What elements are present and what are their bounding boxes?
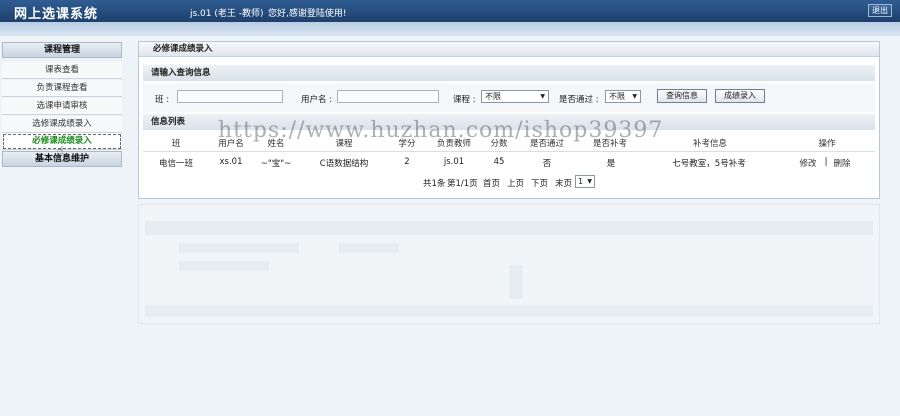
- greeting-text: 您好,感谢登陆使用!: [268, 9, 347, 19]
- pager-next[interactable]: 下页: [531, 177, 548, 189]
- chevron-down-icon: ▼: [540, 93, 545, 100]
- class-label: 班 :: [155, 95, 170, 105]
- pager-total: 共1条: [423, 179, 446, 189]
- faded-block: [145, 305, 873, 317]
- cell-username: xs.01: [219, 157, 243, 167]
- col-header-course: 课程: [335, 139, 353, 149]
- pager-last[interactable]: 末页: [555, 177, 572, 189]
- mouse-cursor-icon: ☝: [57, 144, 64, 157]
- chevron-down-icon: ▼: [587, 178, 592, 185]
- passed-label: 是否通过 :: [559, 95, 599, 105]
- faded-block: [179, 261, 269, 271]
- header-subbar: [0, 22, 900, 36]
- page-select-value: 1: [578, 177, 584, 186]
- score-entry-button[interactable]: 成绩录入: [715, 89, 765, 103]
- action-separator: |: [824, 157, 828, 167]
- col-header-score: 分数: [490, 139, 508, 149]
- edit-link[interactable]: 修改: [799, 157, 817, 169]
- passed-select-value: 不限: [609, 92, 625, 101]
- sidebar-item-elective-scores[interactable]: 选修课成绩录入: [2, 116, 122, 133]
- col-header-retake: 是否补考: [592, 139, 627, 149]
- cell-retake-info: 七号教室，5号补考: [672, 159, 746, 169]
- course-select[interactable]: 不限 ▼: [481, 90, 549, 103]
- list-section-title: 信息列表: [143, 114, 875, 130]
- sidebar-item-application-review[interactable]: 选课申请审核: [2, 98, 122, 115]
- query-section-title: 请输入查询信息: [143, 65, 875, 81]
- main-panel: 必修课成绩录入 请输入查询信息 班 : 用户名 : 课程 : 不限 ▼ 是否通过…: [138, 41, 880, 199]
- panel-title: 必修课成绩录入: [139, 42, 879, 57]
- chevron-down-icon: ▼: [632, 93, 637, 100]
- username-label: 用户名 :: [301, 95, 333, 105]
- col-header-name: 姓名: [267, 139, 285, 149]
- current-user: js.01 (老王 -教师): [190, 9, 264, 19]
- cell-score: 45: [493, 157, 505, 167]
- cell-credit: 2: [404, 157, 410, 167]
- edit-link-label[interactable]: 修改: [799, 159, 816, 169]
- col-header-passed: 是否通过: [529, 139, 564, 149]
- col-header-actions: 操作: [818, 139, 836, 149]
- logout-button[interactable]: 退出: [868, 4, 892, 17]
- search-button[interactable]: 查询信息: [657, 89, 707, 103]
- faded-block: [509, 265, 523, 299]
- faded-background-area: [138, 204, 880, 324]
- page-select[interactable]: 1 ▼: [575, 175, 595, 188]
- top-header: 网上选课系统 js.01 (老王 -教师) 您好,感谢登陆使用! 退出: [0, 0, 900, 22]
- col-header-retake-info: 补考信息: [692, 139, 727, 149]
- class-input[interactable]: [177, 90, 283, 103]
- sidebar-item-timetable[interactable]: 课表查看: [2, 62, 122, 79]
- cell-class: 电信一班: [158, 159, 193, 169]
- pager-page: 第1/1页: [447, 179, 478, 189]
- app-title: 网上选课系统: [14, 7, 99, 22]
- pager-prev[interactable]: 上页: [507, 177, 524, 189]
- cell-course: C语数据结构: [319, 159, 369, 169]
- pager-first[interactable]: 首页: [483, 177, 500, 189]
- col-header-username: 用户名: [218, 139, 244, 149]
- passed-select[interactable]: 不限 ▼: [605, 90, 641, 103]
- col-header-class: 班: [171, 139, 181, 149]
- faded-block: [179, 243, 299, 253]
- cell-teacher: js.01: [443, 157, 465, 167]
- sidebar-item-my-courses[interactable]: 负责课程查看: [2, 80, 122, 97]
- menu-group-course-management[interactable]: 课程管理: [2, 42, 122, 58]
- table-divider: [143, 151, 875, 152]
- faded-block: [339, 243, 399, 253]
- course-select-value: 不限: [485, 92, 501, 101]
- username-input[interactable]: [337, 90, 439, 103]
- course-label: 课程 :: [453, 95, 476, 105]
- col-header-teacher: 负责教师: [436, 139, 471, 149]
- faded-block: [145, 221, 873, 235]
- query-form: 班 : 用户名 : 课程 : 不限 ▼ 是否通过 : 不限 ▼ 查询信息 成绩录…: [143, 84, 875, 112]
- cell-passed: 否: [542, 159, 552, 169]
- delete-link[interactable]: 删除: [833, 157, 851, 169]
- sidebar: 课程管理 课表查看 负责课程查看 选课申请审核 选修课成绩录入 必修课成绩录入 …: [0, 36, 134, 416]
- delete-link-label[interactable]: 删除: [833, 159, 850, 169]
- col-header-credit: 学分: [398, 139, 416, 149]
- cell-retake: 是: [606, 159, 616, 169]
- cell-name: ~"宝"~: [260, 159, 292, 169]
